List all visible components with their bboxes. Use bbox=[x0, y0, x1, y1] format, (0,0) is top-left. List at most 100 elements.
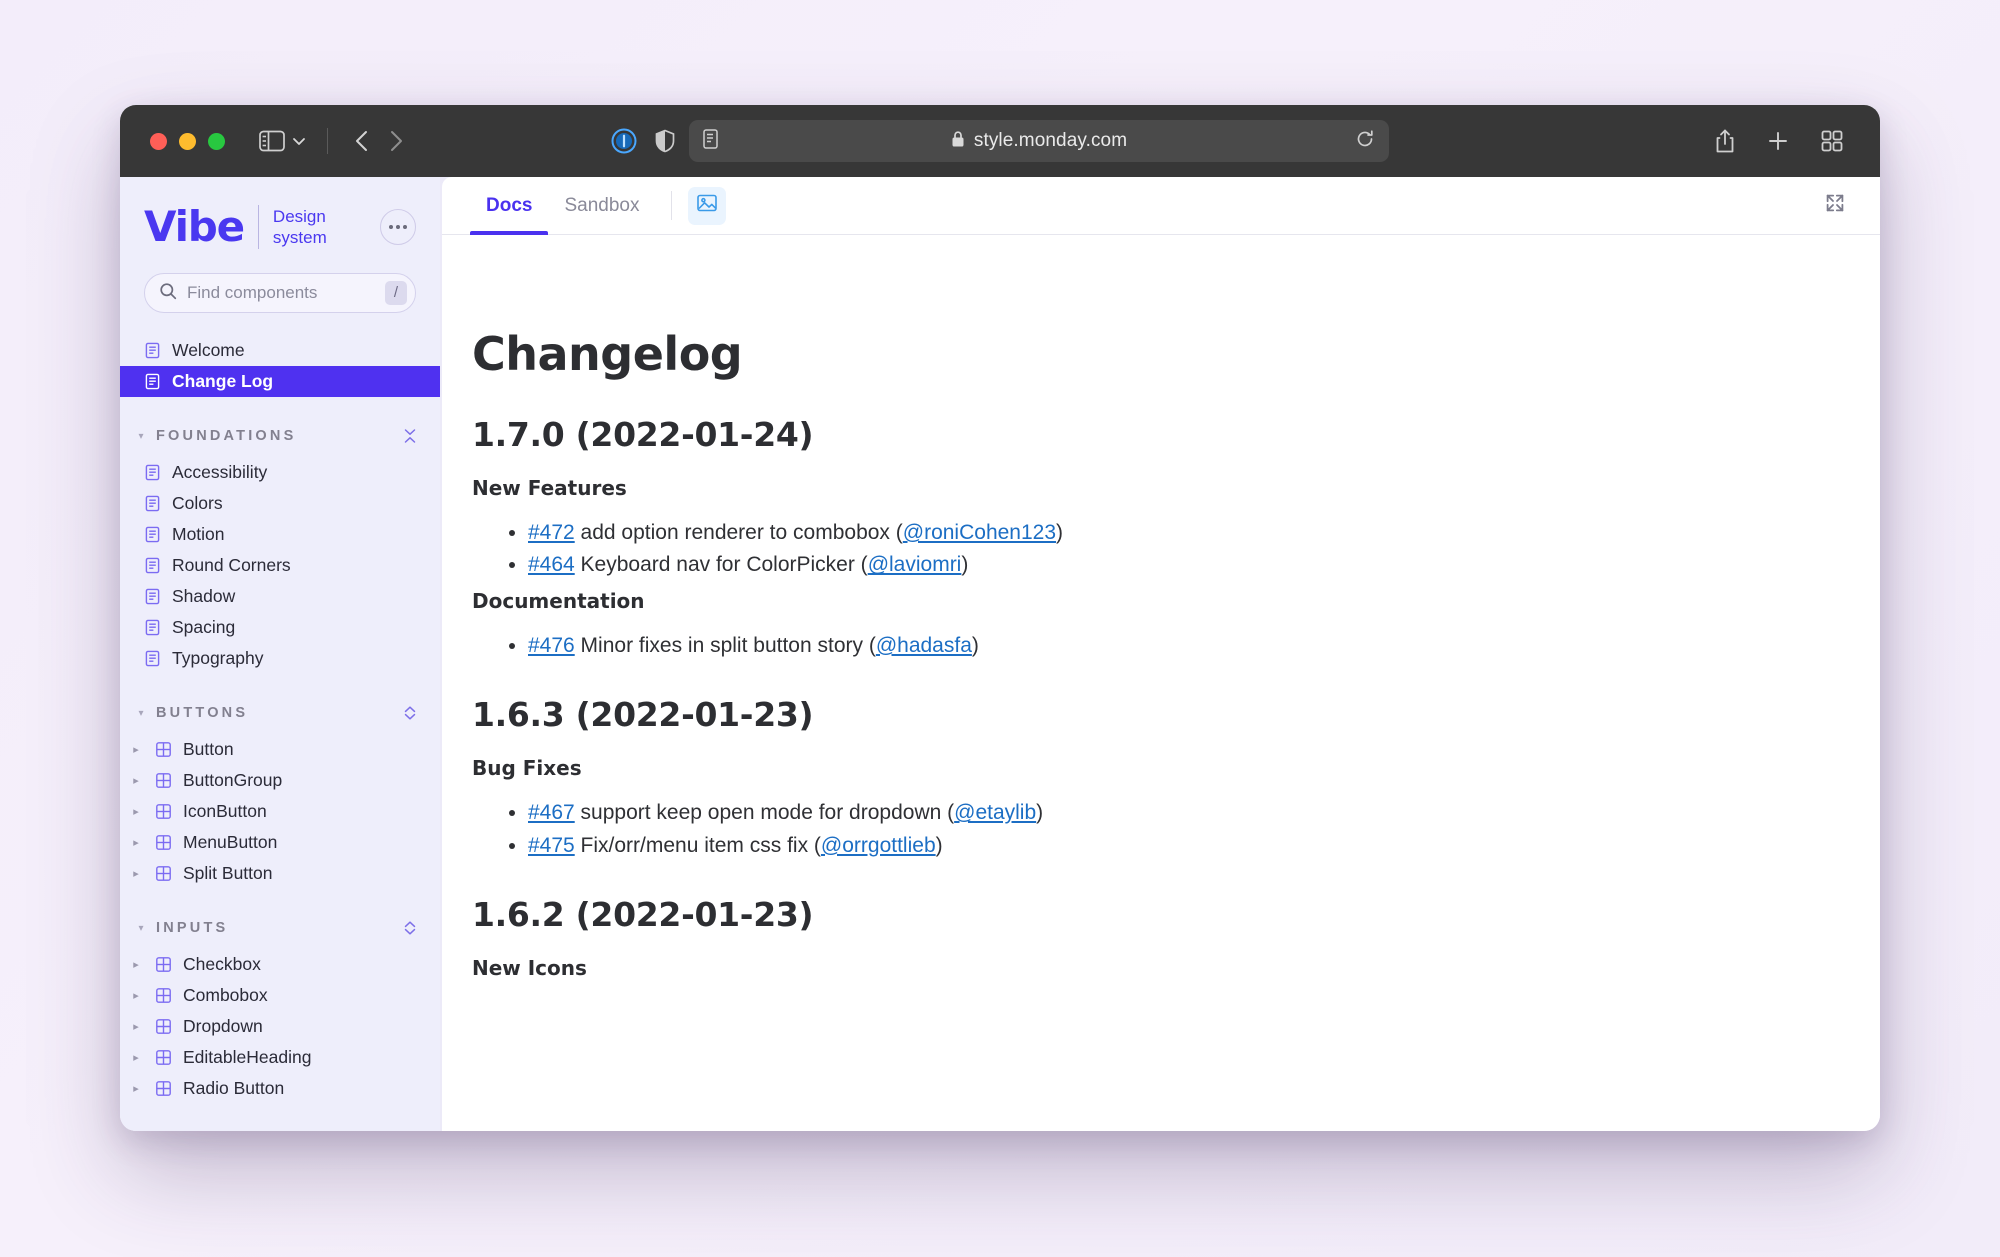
group-heading: New Features bbox=[472, 476, 627, 500]
chevron-right-icon[interactable]: ▸ bbox=[128, 805, 144, 818]
sidebar-item-radio-button[interactable]: ▸ Radio Button bbox=[120, 1073, 440, 1104]
sidebar-item-label: Checkbox bbox=[183, 954, 261, 974]
brand-subtitle: Design system bbox=[273, 206, 327, 249]
plus-icon[interactable] bbox=[1766, 129, 1790, 153]
issue-link[interactable]: #476 bbox=[528, 634, 575, 657]
document-icon bbox=[144, 557, 161, 574]
vibe-logo[interactable]: Vibe bbox=[144, 206, 245, 248]
author-link[interactable]: @laviomri bbox=[868, 553, 962, 576]
document-icon bbox=[144, 526, 161, 543]
sidebar-section-title: INPUTS bbox=[156, 920, 229, 936]
address-bar-group: style.monday.com bbox=[611, 120, 1389, 162]
expand-chevrons-icon[interactable] bbox=[402, 920, 418, 936]
chevron-right-icon[interactable]: ▸ bbox=[128, 867, 144, 880]
tab-docs[interactable]: Docs bbox=[470, 177, 549, 235]
window-body: Vibe Design system Find components / Wel… bbox=[120, 177, 1880, 1131]
sidebar-item-buttongroup[interactable]: ▸ ButtonGroup bbox=[120, 765, 440, 796]
close-window-button[interactable] bbox=[150, 132, 167, 150]
sidebar-item-dropdown[interactable]: ▸ Dropdown bbox=[120, 1011, 440, 1042]
chevron-right-icon[interactable]: ▸ bbox=[128, 743, 144, 756]
document-content: Changelog 1.7.0 (2022-01-24) New Feature… bbox=[442, 235, 1880, 1131]
collapse-chevrons-icon[interactable] bbox=[402, 428, 418, 444]
sidebar-item-iconbutton[interactable]: ▸ IconButton bbox=[120, 796, 440, 827]
chevron-right-icon[interactable]: ▸ bbox=[128, 958, 144, 971]
tab-overview-icon[interactable] bbox=[1820, 129, 1844, 153]
search-input[interactable] bbox=[187, 283, 375, 303]
sidebar-item-button[interactable]: ▸ Button bbox=[120, 734, 440, 765]
component-icon bbox=[155, 1080, 172, 1097]
issue-link[interactable]: #472 bbox=[528, 521, 575, 544]
window-controls bbox=[150, 132, 225, 150]
sidebar-item-combobox[interactable]: ▸ Combobox bbox=[120, 980, 440, 1011]
chevron-right-icon[interactable]: ▸ bbox=[128, 774, 144, 787]
search-section: / bbox=[120, 267, 440, 313]
item-text: Minor fixes in split button story ( bbox=[574, 633, 876, 657]
expand-chevrons-icon[interactable] bbox=[402, 705, 418, 721]
sidebar-item-menubutton[interactable]: ▸ MenuButton bbox=[120, 827, 440, 858]
component-icon bbox=[155, 772, 172, 789]
chevron-right-icon[interactable]: ▸ bbox=[128, 989, 144, 1002]
forward-button[interactable] bbox=[388, 129, 404, 153]
chevron-right-icon[interactable]: ▸ bbox=[128, 1020, 144, 1033]
author-link[interactable]: @etaylib bbox=[954, 801, 1036, 824]
sidebar-item-label: MenuButton bbox=[183, 832, 278, 852]
reader-view-icon[interactable] bbox=[703, 128, 718, 154]
item-close: ) bbox=[1056, 521, 1064, 544]
item-close: ) bbox=[961, 553, 969, 577]
maximize-window-button[interactable] bbox=[208, 132, 225, 150]
tabbar-divider bbox=[671, 191, 673, 220]
search-box[interactable]: / bbox=[144, 273, 416, 313]
minimize-window-button[interactable] bbox=[179, 132, 196, 150]
author-link[interactable]: @orrgottlieb bbox=[821, 834, 936, 857]
sidebar-section-buttons[interactable]: ▾ BUTTONS bbox=[120, 700, 440, 726]
sidebar-item-typography[interactable]: Typography bbox=[120, 643, 440, 674]
sidebar-item-change-log[interactable]: Change Log bbox=[120, 366, 440, 397]
sidebar-section-foundations[interactable]: ▾ FOUNDATIONS bbox=[120, 423, 440, 449]
address-bar[interactable]: style.monday.com bbox=[689, 120, 1389, 162]
item-close: ) bbox=[935, 833, 943, 857]
sidebar-item-welcome[interactable]: Welcome bbox=[120, 335, 440, 366]
change-list: #472 add option renderer to combobox (@r… bbox=[472, 518, 1652, 581]
sidebar-item-shadow[interactable]: Shadow bbox=[120, 581, 440, 612]
chevron-down-icon[interactable] bbox=[291, 135, 307, 147]
sidebar-item-accessibility[interactable]: Accessibility bbox=[120, 457, 440, 488]
sidebar-item-checkbox[interactable]: ▸ Checkbox bbox=[120, 949, 440, 980]
sidebar-item-round-corners[interactable]: Round Corners bbox=[120, 550, 440, 581]
1password-icon[interactable] bbox=[611, 128, 637, 154]
issue-link[interactable]: #475 bbox=[528, 834, 575, 857]
list-item: #464 Keyboard nav for ColorPicker (@lavi… bbox=[528, 550, 1652, 580]
issue-link[interactable]: #464 bbox=[528, 553, 575, 576]
sidebar-item-spacing[interactable]: Spacing bbox=[120, 612, 440, 643]
sidebar-item-label: Spacing bbox=[172, 617, 236, 637]
issue-link[interactable]: #467 bbox=[528, 801, 575, 824]
sidebar-item-split-button[interactable]: ▸ Split Button bbox=[120, 858, 440, 889]
item-text: support keep open mode for dropdown ( bbox=[574, 801, 955, 825]
document-icon bbox=[144, 464, 161, 481]
main-panel: Docs Sandbox Changelog 1.7.0 (2022-01-24… bbox=[442, 177, 1880, 1131]
sidebar-item-colors[interactable]: Colors bbox=[120, 488, 440, 519]
list-item: #476 Minor fixes in split button story (… bbox=[528, 631, 1652, 661]
url-text: style.monday.com bbox=[973, 130, 1128, 151]
chevron-right-icon[interactable]: ▸ bbox=[128, 1082, 144, 1095]
brand-header: Vibe Design system bbox=[120, 177, 440, 267]
sidebar-item-editableheading[interactable]: ▸ EditableHeading bbox=[120, 1042, 440, 1073]
share-icon[interactable] bbox=[1714, 128, 1736, 154]
author-link[interactable]: @hadasfa bbox=[876, 634, 972, 657]
back-button[interactable] bbox=[354, 129, 370, 153]
reload-button[interactable] bbox=[1355, 129, 1375, 154]
component-icon bbox=[155, 803, 172, 820]
author-link[interactable]: @roniCohen123 bbox=[903, 521, 1056, 544]
sidebar-item-motion[interactable]: Motion bbox=[120, 519, 440, 550]
fullscreen-expand-button[interactable] bbox=[1818, 189, 1852, 223]
release-heading: 1.7.0 (2022-01-24) bbox=[472, 415, 814, 454]
browser-window: style.monday.com Vibe Design system Find… bbox=[120, 105, 1880, 1131]
privacy-shield-icon[interactable] bbox=[655, 129, 675, 153]
more-options-button[interactable] bbox=[380, 209, 416, 245]
chevron-right-icon[interactable]: ▸ bbox=[128, 836, 144, 849]
brand-divider bbox=[257, 205, 259, 249]
chevron-right-icon[interactable]: ▸ bbox=[128, 1051, 144, 1064]
image-preview-tab-button[interactable] bbox=[688, 186, 727, 225]
sidebar-section-inputs[interactable]: ▾ INPUTS bbox=[120, 915, 440, 941]
sidebar-toggle-icon[interactable] bbox=[259, 130, 285, 152]
tab-sandbox[interactable]: Sandbox bbox=[548, 177, 655, 234]
